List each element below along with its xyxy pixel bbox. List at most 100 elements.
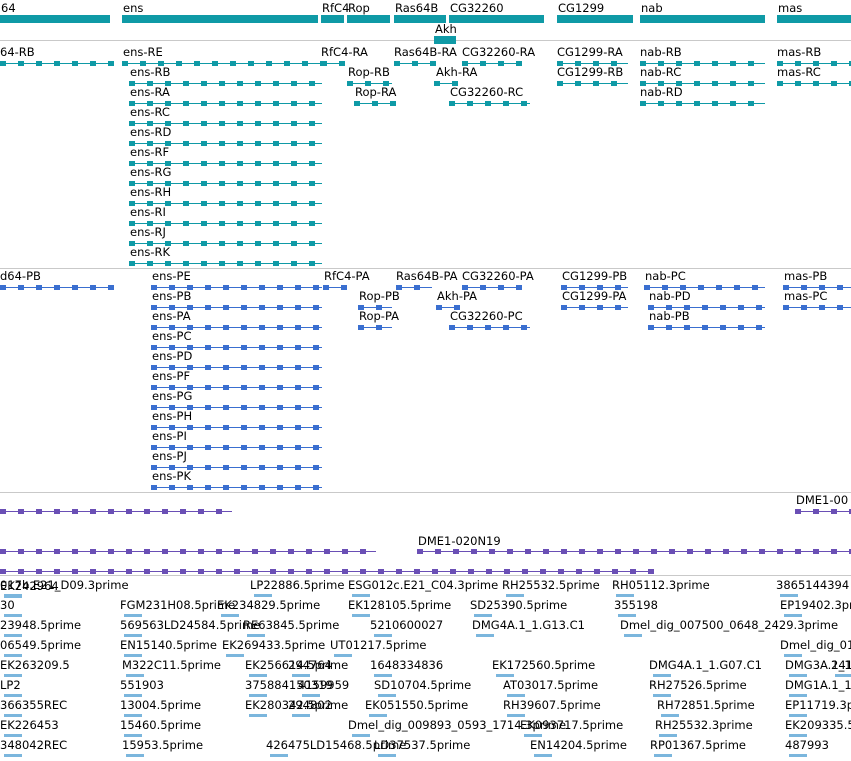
clone-glyph[interactable] bbox=[795, 508, 851, 516]
gene-bar-cg1299[interactable] bbox=[557, 15, 633, 23]
est-label: 30 bbox=[0, 598, 15, 612]
protein-glyph[interactable] bbox=[648, 324, 765, 332]
est-glyph[interactable] bbox=[226, 654, 244, 657]
est-glyph[interactable] bbox=[126, 754, 144, 757]
est-glyph[interactable] bbox=[4, 754, 22, 757]
est-glyph[interactable] bbox=[124, 694, 142, 697]
est-glyph[interactable] bbox=[292, 714, 310, 717]
est-glyph[interactable] bbox=[4, 614, 22, 617]
est-glyph[interactable] bbox=[474, 614, 492, 617]
transcript-glyph[interactable] bbox=[640, 100, 765, 108]
protein-glyph[interactable] bbox=[0, 284, 114, 292]
est-glyph[interactable] bbox=[126, 674, 144, 677]
transcript-glyph[interactable] bbox=[449, 100, 530, 108]
est-glyph[interactable] bbox=[4, 654, 22, 657]
protein-glyph[interactable] bbox=[449, 324, 530, 332]
est-glyph[interactable] bbox=[506, 594, 524, 597]
est-glyph[interactable] bbox=[249, 694, 267, 697]
protein-glyph[interactable] bbox=[783, 304, 851, 312]
protein-glyph[interactable] bbox=[396, 284, 432, 292]
est-glyph[interactable] bbox=[496, 674, 514, 677]
est-glyph[interactable] bbox=[618, 614, 636, 617]
est-glyph[interactable] bbox=[4, 714, 22, 717]
est-glyph[interactable] bbox=[352, 594, 370, 597]
est-glyph[interactable] bbox=[524, 734, 542, 737]
est-glyph[interactable] bbox=[784, 614, 802, 617]
est-glyph[interactable] bbox=[789, 714, 807, 717]
transcript-glyph[interactable] bbox=[462, 60, 522, 68]
est-glyph[interactable] bbox=[476, 634, 494, 637]
gene-bar-mas[interactable] bbox=[777, 15, 851, 23]
est-glyph[interactable] bbox=[352, 734, 370, 737]
est-glyph[interactable] bbox=[534, 754, 552, 757]
protein-glyph[interactable] bbox=[462, 284, 522, 292]
est-glyph[interactable] bbox=[4, 634, 22, 637]
est-glyph[interactable] bbox=[616, 594, 634, 597]
est-glyph[interactable] bbox=[249, 674, 267, 677]
clone-glyph[interactable] bbox=[0, 508, 232, 516]
transcript-glyph[interactable] bbox=[354, 100, 396, 108]
protein-glyph[interactable] bbox=[358, 324, 392, 332]
est-glyph[interactable] bbox=[659, 734, 677, 737]
est-label: EP19402.3prime bbox=[780, 598, 851, 612]
clone-glyph[interactable] bbox=[0, 568, 654, 576]
protein-label: CG32260-PA bbox=[462, 269, 534, 283]
est-glyph[interactable] bbox=[4, 694, 22, 697]
est-glyph[interactable] bbox=[378, 754, 396, 757]
protein-glyph[interactable] bbox=[323, 284, 347, 292]
est-glyph[interactable] bbox=[378, 694, 396, 697]
protein-glyph[interactable] bbox=[561, 304, 628, 312]
gene-bar-nab[interactable] bbox=[640, 15, 765, 23]
gene-bar-cg32260[interactable] bbox=[449, 15, 544, 23]
est-glyph[interactable] bbox=[352, 614, 370, 617]
est-glyph[interactable] bbox=[124, 714, 142, 717]
gene-bar-rop[interactable] bbox=[347, 15, 390, 23]
clone-glyph[interactable] bbox=[417, 548, 851, 556]
est-glyph[interactable] bbox=[789, 674, 807, 677]
est-glyph[interactable] bbox=[270, 754, 288, 757]
transcript-glyph[interactable] bbox=[777, 80, 851, 88]
transcript-glyph[interactable] bbox=[129, 260, 322, 268]
est-glyph[interactable] bbox=[653, 694, 671, 697]
est-glyph[interactable] bbox=[789, 694, 807, 697]
est-glyph[interactable] bbox=[374, 634, 392, 637]
est-glyph[interactable] bbox=[661, 714, 679, 717]
est-glyph[interactable] bbox=[507, 714, 525, 717]
gene-bar-rfc4[interactable] bbox=[321, 15, 344, 23]
est-glyph[interactable] bbox=[780, 594, 798, 597]
est-glyph[interactable] bbox=[302, 694, 320, 697]
est-glyph[interactable] bbox=[624, 634, 642, 637]
est-glyph[interactable] bbox=[254, 594, 272, 597]
est-glyph[interactable] bbox=[369, 714, 387, 717]
gene-bar-ens[interactable] bbox=[122, 15, 318, 23]
protein-glyph[interactable] bbox=[151, 484, 322, 492]
est-glyph[interactable] bbox=[789, 734, 807, 737]
est-glyph[interactable] bbox=[835, 674, 851, 677]
est-glyph[interactable] bbox=[784, 654, 802, 657]
est-glyph[interactable] bbox=[124, 654, 142, 657]
est-glyph[interactable] bbox=[334, 654, 352, 657]
est-glyph[interactable] bbox=[789, 754, 807, 757]
est-glyph[interactable] bbox=[249, 714, 267, 717]
gene-bar-akh[interactable] bbox=[434, 36, 456, 44]
est-glyph[interactable] bbox=[124, 634, 142, 637]
est-glyph[interactable] bbox=[124, 734, 142, 737]
est-label: 5210600027 bbox=[370, 618, 444, 632]
est-glyph[interactable] bbox=[292, 674, 310, 677]
est-glyph[interactable] bbox=[654, 754, 672, 757]
est-glyph[interactable] bbox=[374, 674, 392, 677]
transcript-glyph[interactable] bbox=[0, 60, 114, 68]
transcript-glyph[interactable] bbox=[557, 80, 628, 88]
est-glyph[interactable] bbox=[247, 634, 265, 637]
est-glyph[interactable] bbox=[4, 595, 22, 598]
est-glyph[interactable] bbox=[4, 734, 22, 737]
est-glyph[interactable] bbox=[124, 614, 142, 617]
clone-glyph[interactable] bbox=[0, 548, 376, 556]
est-glyph[interactable] bbox=[653, 674, 671, 677]
transcript-glyph[interactable] bbox=[394, 60, 436, 68]
est-glyph[interactable] bbox=[221, 614, 239, 617]
gene-bar-64[interactable] bbox=[0, 15, 110, 23]
est-glyph[interactable] bbox=[507, 694, 525, 697]
est-glyph[interactable] bbox=[4, 674, 22, 677]
transcript-glyph[interactable] bbox=[321, 60, 345, 68]
